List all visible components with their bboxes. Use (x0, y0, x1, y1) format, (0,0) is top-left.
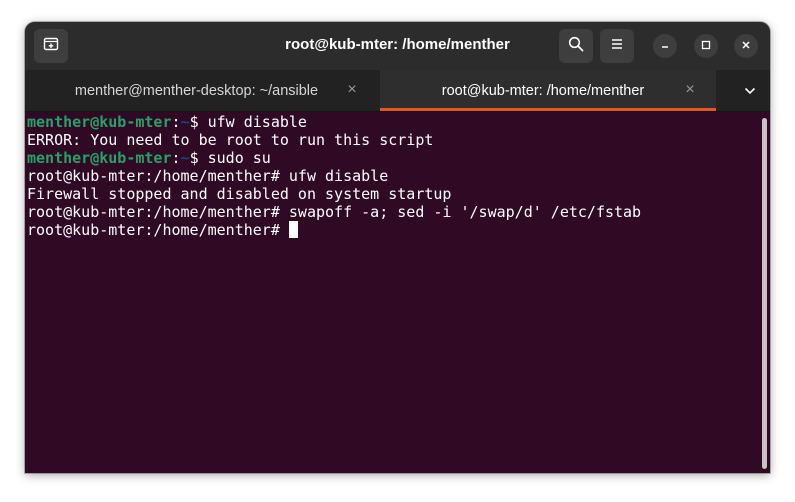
terminal-output[interactable]: menther@kub-mter:~$ ufw disable ERROR: Y… (25, 112, 770, 473)
maximize-button[interactable] (694, 34, 718, 58)
tab-bar: menther@menther-desktop: ~/ansible × roo… (25, 70, 770, 112)
command-text: $ sudo su (189, 149, 271, 167)
prompt-path: ~ (180, 149, 190, 167)
output-text: ERROR: You need to be root to run this s… (27, 131, 434, 149)
minimize-button[interactable] (653, 34, 677, 58)
tab-root-menther[interactable]: root@kub-mter: /home/menther × (380, 70, 716, 111)
terminal-line: ERROR: You need to be root to run this s… (27, 131, 641, 149)
close-icon: × (685, 81, 695, 98)
search-button[interactable] (559, 29, 593, 63)
terminal-line: root@kub-mter:/home/menther# swapoff -a;… (27, 203, 641, 221)
terminal-line: root@kub-mter:/home/menther# ufw disable (27, 167, 641, 185)
terminal-line: root@kub-mter:/home/menther# (27, 221, 641, 239)
output-text: Firewall stopped and disabled on system … (27, 185, 452, 203)
new-tab-icon (43, 36, 59, 57)
output-text: root@kub-mter:/home/menther# swapoff -a;… (27, 203, 642, 221)
tab-label: root@kub-mter: /home/menther (441, 82, 645, 99)
output-text: root@kub-mter:/home/menther# ufw disable (27, 167, 389, 185)
tab-label: menther@menther-desktop: ~/ansible (74, 82, 319, 99)
scrollbar[interactable] (762, 118, 767, 469)
close-icon (741, 37, 751, 55)
prompt-user: menther@kub-mter (27, 113, 172, 131)
tab-close-button[interactable]: × (344, 82, 360, 98)
terminal-line: menther@kub-mter:~$ sudo su (27, 149, 641, 167)
minimize-icon (660, 37, 670, 55)
prompt-separator: : (171, 149, 181, 167)
new-tab-button[interactable] (34, 29, 68, 63)
search-icon (568, 36, 584, 57)
terminal-line: menther@kub-mter:~$ ufw disable (27, 113, 641, 131)
close-window-button[interactable] (734, 34, 758, 58)
header-bar: root@kub-mter: /home/menther (25, 22, 770, 70)
prompt-path: ~ (180, 113, 190, 131)
command-text: $ ufw disable (189, 113, 307, 131)
menu-button[interactable] (600, 29, 634, 63)
terminal-line: Firewall stopped and disabled on system … (27, 185, 641, 203)
tab-ansible[interactable]: menther@menther-desktop: ~/ansible × (25, 70, 380, 111)
hamburger-menu-icon (610, 37, 624, 55)
maximize-icon (701, 37, 711, 55)
close-icon: × (347, 81, 357, 98)
terminal-window: root@kub-mter: /home/menther menther@men… (25, 22, 770, 473)
tabs-dropdown-button[interactable] (738, 80, 762, 102)
tab-close-button[interactable]: × (682, 82, 698, 98)
prompt-separator: : (171, 113, 181, 131)
chevron-down-icon (744, 82, 756, 100)
active-tab-indicator (380, 108, 716, 111)
text-cursor (288, 221, 298, 238)
prompt-user: menther@kub-mter (27, 149, 172, 167)
output-text: root@kub-mter:/home/menther# (27, 221, 289, 239)
